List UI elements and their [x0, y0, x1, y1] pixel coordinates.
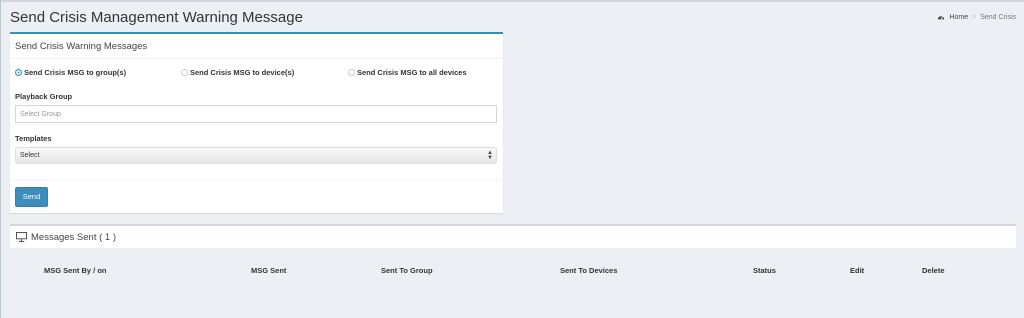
- radio-option-groups[interactable]: Send Crisis MSG to group(s): [15, 68, 126, 77]
- column-header-msg-sent[interactable]: MSG Sent: [251, 266, 286, 275]
- messages-table-header: MSG Sent By / on MSG Sent Sent To Group …: [10, 266, 1016, 278]
- breadcrumb: Home > Send Crisis: [937, 13, 1016, 21]
- send-button[interactable]: Send: [15, 187, 48, 207]
- templates-select[interactable]: Select ▲ ▼: [15, 147, 497, 164]
- select-arrows-icon: ▲ ▼: [487, 150, 493, 161]
- templates-select-value: Select: [20, 152, 40, 159]
- column-header-sent-to-devices[interactable]: Sent To Devices: [560, 266, 617, 275]
- column-header-status[interactable]: Status: [753, 266, 776, 275]
- breadcrumb-separator: >: [972, 13, 977, 21]
- recipient-radio-group: Send Crisis MSG to group(s) Send Crisis …: [15, 68, 500, 80]
- radio-groups-label: Send Crisis MSG to group(s): [24, 68, 127, 77]
- column-header-sent-to-group[interactable]: Sent To Group: [381, 266, 433, 275]
- radio-option-all-devices[interactable]: Send Crisis MSG to all devices: [348, 68, 467, 77]
- form-divider: [10, 180, 503, 181]
- radio-groups[interactable]: [15, 69, 22, 76]
- playback-group-label: Playback Group: [15, 92, 73, 101]
- send-crisis-form-box: Send Crisis Warning Messages Send Crisis…: [10, 32, 503, 213]
- column-header-sent-by[interactable]: MSG Sent By / on: [44, 266, 107, 275]
- dashboard-icon: [938, 16, 945, 20]
- top-border: [0, 0, 1024, 2]
- templates-label: Templates: [15, 134, 52, 143]
- monitor-icon: [16, 232, 27, 242]
- left-border: [0, 0, 1, 318]
- column-header-edit[interactable]: Edit: [850, 266, 864, 275]
- breadcrumb-home-link[interactable]: Home: [949, 14, 968, 21]
- form-box-title: Send Crisis Warning Messages: [10, 34, 503, 59]
- radio-devices[interactable]: [181, 69, 188, 76]
- messages-sent-box: Messages Sent ( 1 ): [10, 224, 1016, 248]
- messages-sent-title: Messages Sent ( 1 ): [31, 232, 117, 243]
- radio-all-devices-label: Send Crisis MSG to all devices: [357, 68, 467, 77]
- radio-all-devices[interactable]: [348, 69, 355, 76]
- radio-option-devices[interactable]: Send Crisis MSG to device(s): [181, 68, 294, 77]
- page-title: Send Crisis Management Warning Message: [10, 9, 303, 26]
- playback-group-input[interactable]: [15, 105, 497, 123]
- column-header-delete[interactable]: Delete: [922, 266, 945, 275]
- breadcrumb-current: Send Crisis: [980, 13, 1016, 21]
- radio-devices-label: Send Crisis MSG to device(s): [190, 68, 295, 77]
